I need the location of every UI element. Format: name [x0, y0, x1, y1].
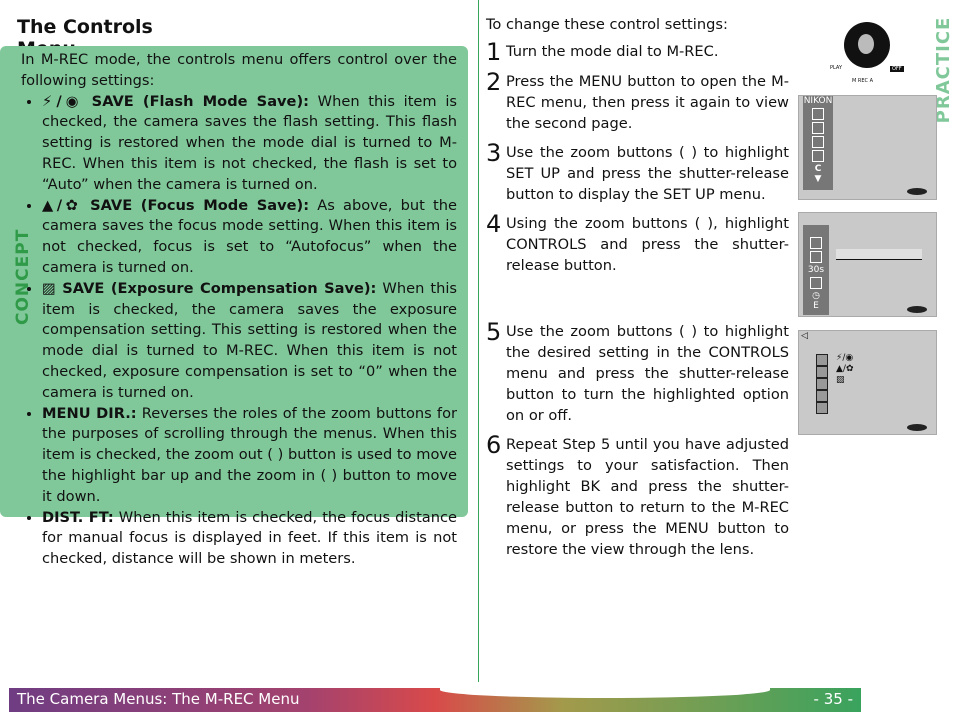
step-number: 3	[486, 139, 502, 167]
lcd-screen-setup: 30s ◷ E	[798, 212, 937, 317]
timer-icon: ◷	[812, 291, 820, 301]
highlight-bar	[836, 249, 922, 260]
mode-dial-icon	[844, 22, 890, 68]
page-number: - 35 -	[813, 690, 853, 708]
step: 4 Using the zoom buttons ( ), highlight C…	[486, 210, 789, 276]
viewfinder-icon	[907, 306, 927, 313]
30s-label: 30s	[807, 265, 825, 275]
back-arrow-icon: ◁	[801, 331, 808, 341]
e-label: E	[813, 301, 819, 311]
list-item: ⚡/◉ SAVE (Flash Mode Save): When this it…	[42, 92, 457, 196]
step: 3 Use the zoom buttons ( ) to highlight S…	[486, 139, 789, 205]
nikon-label: NIKON	[803, 96, 833, 106]
step-text: Use the zoom buttons ( ) to highlight th…	[506, 323, 789, 424]
step-text: Press the MENU button to open the M-REC …	[506, 73, 789, 132]
practice-intro: To change these control settings:	[486, 16, 728, 33]
step-number: 6	[486, 431, 502, 459]
step-text: Using the zoom buttons ( ), highlight CO…	[506, 215, 789, 274]
controls-options: ⚡/◉ ▲/✿ ▨	[836, 353, 854, 386]
dial-play-label: PLAY	[830, 65, 843, 71]
step: 2 Press the MENU button to open the M-REC…	[486, 68, 789, 134]
menu-sidebar: 30s ◷ E	[803, 225, 829, 315]
lcd-screen-menu-page2: NIKON C ▼	[798, 95, 937, 200]
practice-steps: To change these control settings: 1 Turn …	[486, 14, 789, 560]
concept-intro: In M-REC mode, the controls menu offers …	[21, 51, 457, 89]
item-term: ⚡/◉ SAVE (Flash Mode Save):	[42, 92, 309, 110]
flash-save-option: ⚡/◉	[836, 353, 854, 363]
step-number: 1	[486, 38, 502, 66]
checkbox-column	[816, 354, 828, 414]
item-text: When this item is checked, the camera sa…	[42, 279, 457, 401]
list-item: DIST. FT: When this item is checked, the…	[42, 508, 457, 570]
c-label: C	[814, 164, 822, 174]
exposure-save-option: ▨	[836, 375, 845, 385]
item-term: ▨ SAVE (Exposure Compensation Save):	[42, 279, 377, 297]
step-text: Turn the mode dial to M-REC.	[506, 43, 719, 60]
item-term: ▲/✿ SAVE (Focus Mode Save):	[42, 196, 310, 214]
step-number: 2	[486, 68, 502, 96]
step-text: Repeat Step 5 until you have adjusted se…	[506, 436, 789, 558]
concept-text: In M-REC mode, the controls menu offers …	[21, 50, 457, 570]
menu-sidebar: NIKON C ▼	[803, 96, 833, 190]
step-text: Use the zoom buttons ( ) to highlight SE…	[506, 144, 789, 203]
dial-off-label: OFF	[890, 66, 904, 72]
viewfinder-icon	[907, 424, 927, 431]
column-divider	[478, 0, 479, 683]
item-term: DIST. FT:	[42, 508, 114, 526]
item-term: MENU DIR.:	[42, 404, 137, 422]
lcd-screen-controls: ◁ ⚡/◉ ▲/✿ ▨	[798, 330, 937, 435]
list-item: MENU DIR.: Reverses the roles of the zoo…	[42, 404, 457, 508]
viewfinder-icon	[907, 188, 927, 195]
list-item: ▨ SAVE (Exposure Compensation Save): Whe…	[42, 279, 457, 404]
footer-swoosh	[440, 682, 770, 698]
down-arrow-icon: ▼	[814, 174, 822, 184]
list-item: ▲/✿ SAVE (Focus Mode Save): As above, bu…	[42, 196, 457, 279]
step: 5 Use the zoom buttons ( ) to highlight t…	[486, 318, 789, 426]
focus-save-option: ▲/✿	[836, 364, 854, 374]
step-number: 4	[486, 210, 502, 238]
step: 1 Turn the mode dial to M-REC.	[486, 38, 789, 66]
footer-section-title: The Camera Menus: The M-REC Menu	[17, 690, 300, 708]
mode-dial-illustration: PLAY M REC A OFF	[828, 20, 918, 86]
step: 6 Repeat Step 5 until you have adjusted s…	[486, 431, 789, 560]
dial-mrec-label: M REC A	[852, 78, 874, 84]
step-number: 5	[486, 318, 502, 346]
